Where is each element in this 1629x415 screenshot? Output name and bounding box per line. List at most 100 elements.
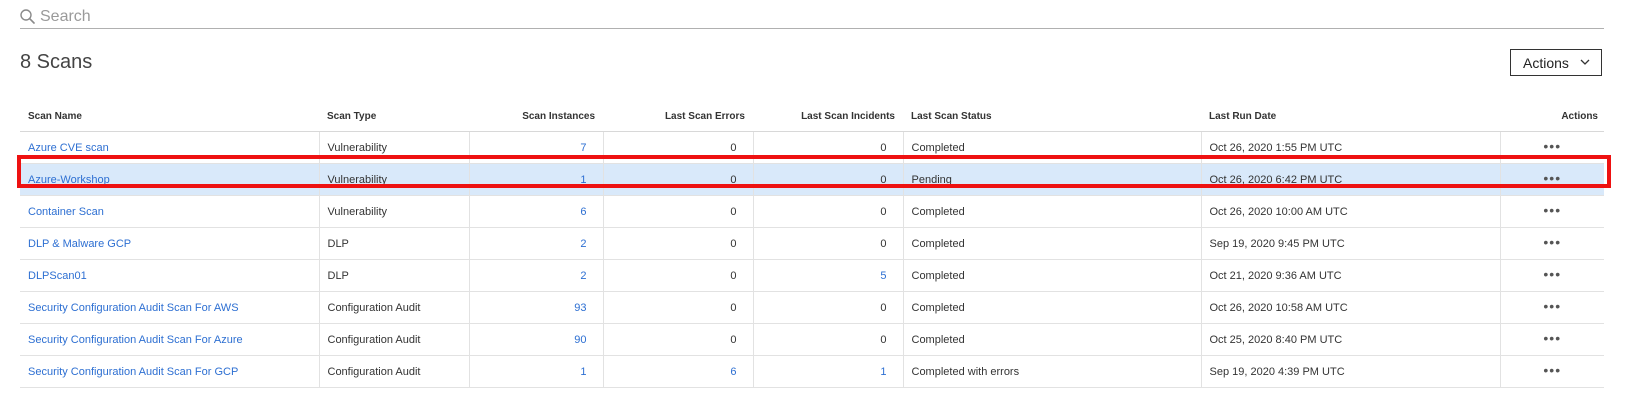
scans-table: Scan Name Scan Type Scan Instances Last … [20, 101, 1604, 388]
scan-name-link[interactable]: Security Configuration Audit Scan For Az… [28, 334, 243, 346]
more-horizontal-icon[interactable]: ••• [1543, 267, 1561, 281]
column-header-last-scan-errors[interactable]: Last Scan Errors [603, 101, 753, 132]
search-bar [20, 6, 1604, 29]
cell-last-scan-errors: 0 [603, 227, 754, 260]
cell-scan-instances: 1 [469, 163, 604, 196]
cell-last-scan-incidents: 0 [753, 131, 904, 164]
scan-instances-link[interactable]: 1 [580, 366, 586, 378]
cell-actions: ••• [1500, 131, 1604, 164]
search-input[interactable] [40, 6, 1590, 28]
more-horizontal-icon[interactable]: ••• [1543, 299, 1561, 313]
cell-last-scan-status: Completed [903, 131, 1202, 164]
cell-last-scan-status: Completed [903, 227, 1202, 260]
cell-actions: ••• [1500, 355, 1604, 388]
more-horizontal-icon[interactable]: ••• [1543, 171, 1561, 185]
cell-scan-instances: 2 [469, 227, 604, 260]
cell-last-scan-incidents: 5 [753, 259, 904, 292]
scan-name-link[interactable]: DLPScan01 [28, 270, 87, 282]
cell-actions: ••• [1500, 259, 1604, 292]
column-header-last-run-date[interactable]: Last Run Date [1201, 101, 1500, 132]
cell-last-scan-status: Completed [903, 259, 1202, 292]
scan-instances-link[interactable]: 2 [580, 270, 586, 282]
cell-last-scan-status: Completed [903, 323, 1202, 356]
table-row[interactable]: Security Configuration Audit Scan For AW… [20, 291, 1604, 324]
cell-last-scan-errors: 0 [603, 163, 754, 196]
column-header-last-scan-incidents[interactable]: Last Scan Incidents [753, 101, 903, 132]
column-header-scan-instances[interactable]: Scan Instances [469, 101, 603, 132]
cell-scan-type: Vulnerability [319, 195, 470, 228]
cell-scan-instances: 7 [469, 131, 604, 164]
more-horizontal-icon[interactable]: ••• [1543, 363, 1561, 377]
cell-last-run-date: Sep 19, 2020 9:45 PM UTC [1201, 227, 1501, 260]
cell-scan-type: Configuration Audit [319, 355, 470, 388]
scan-instances-link[interactable]: 90 [574, 334, 586, 346]
cell-last-scan-status: Completed [903, 195, 1202, 228]
table-row[interactable]: DLP & Malware GCP DLP 2 0 0 Completed Sep 19, … [20, 227, 1604, 260]
cell-last-scan-errors: 0 [603, 195, 754, 228]
search-icon [20, 9, 35, 24]
table-header: Scan Name Scan Type Scan Instances Last … [20, 101, 1604, 132]
scan-name-link[interactable]: Azure-Workshop [28, 174, 110, 186]
scan-instances-link[interactable]: 2 [580, 238, 586, 250]
scan-incidents-link[interactable]: 5 [880, 270, 886, 282]
column-header-last-scan-status[interactable]: Last Scan Status [903, 101, 1201, 132]
scan-name-link[interactable]: Security Configuration Audit Scan For AW… [28, 302, 239, 314]
scan-name-link[interactable]: DLP & Malware GCP [28, 238, 131, 250]
table-row[interactable]: Azure CVE scan Vulnerability 7 0 0 Completed O… [20, 131, 1604, 164]
header-row: Scan Name Scan Type Scan Instances Last … [20, 101, 1604, 132]
cell-scan-type: Configuration Audit [319, 291, 470, 324]
cell-last-scan-errors: 0 [603, 131, 754, 164]
column-header-scan-name[interactable]: Scan Name [20, 101, 319, 132]
cell-last-scan-status: Pending [903, 163, 1202, 196]
cell-actions: ••• [1500, 163, 1604, 196]
cell-last-run-date: Oct 26, 2020 6:42 PM UTC [1201, 163, 1501, 196]
cell-last-run-date: Oct 21, 2020 9:36 AM UTC [1201, 259, 1501, 292]
table-row[interactable]: Security Configuration Audit Scan For GC… [20, 355, 1604, 388]
scan-incidents-link[interactable]: 1 [880, 366, 886, 378]
cell-scan-instances: 90 [469, 323, 604, 356]
scan-name-link[interactable]: Security Configuration Audit Scan For GC… [28, 366, 238, 378]
cell-last-run-date: Oct 26, 2020 1:55 PM UTC [1201, 131, 1501, 164]
cell-scan-name: DLP & Malware GCP [20, 227, 320, 260]
cell-actions: ••• [1500, 323, 1604, 356]
scan-name-link[interactable]: Container Scan [28, 206, 104, 218]
scan-instances-link[interactable]: 1 [580, 174, 586, 186]
cell-last-scan-status: Completed with errors [903, 355, 1202, 388]
column-header-scan-type[interactable]: Scan Type [319, 101, 469, 132]
cell-scan-instances: 6 [469, 195, 604, 228]
cell-scan-instances: 2 [469, 259, 604, 292]
cell-scan-type: Vulnerability [319, 131, 470, 164]
cell-scan-instances: 1 [469, 355, 604, 388]
cell-scan-name: Security Configuration Audit Scan For AW… [20, 291, 320, 324]
more-horizontal-icon[interactable]: ••• [1543, 235, 1561, 249]
cell-last-scan-status: Completed [903, 291, 1202, 324]
actions-dropdown-label: Actions [1523, 54, 1569, 71]
cell-last-run-date: Sep 19, 2020 4:39 PM UTC [1201, 355, 1501, 388]
cell-last-run-date: Oct 26, 2020 10:00 AM UTC [1201, 195, 1501, 228]
cell-scan-instances: 93 [469, 291, 604, 324]
scan-instances-link[interactable]: 93 [574, 302, 586, 314]
scan-instances-link[interactable]: 6 [580, 206, 586, 218]
scan-instances-link[interactable]: 7 [580, 142, 586, 154]
more-horizontal-icon[interactable]: ••• [1543, 139, 1561, 153]
cell-last-run-date: Oct 26, 2020 10:58 AM UTC [1201, 291, 1501, 324]
cell-scan-name: Security Configuration Audit Scan For Az… [20, 323, 320, 356]
cell-scan-name: Azure-Workshop [20, 163, 320, 196]
column-header-actions: Actions [1500, 101, 1604, 132]
more-horizontal-icon[interactable]: ••• [1543, 331, 1561, 345]
cell-last-run-date: Oct 25, 2020 8:40 PM UTC [1201, 323, 1501, 356]
cell-last-scan-errors: 0 [603, 259, 754, 292]
scan-name-link[interactable]: Azure CVE scan [28, 142, 109, 154]
table-row[interactable]: Container Scan Vulnerability 6 0 0 Completed O… [20, 195, 1604, 228]
cell-scan-name: Security Configuration Audit Scan For GC… [20, 355, 320, 388]
table-row[interactable]: Security Configuration Audit Scan For Az… [20, 323, 1604, 356]
table-row[interactable]: Azure-Workshop Vulnerability 1 0 0 Pending Oct… [20, 163, 1604, 196]
cell-last-scan-errors: 6 [603, 355, 754, 388]
actions-dropdown-button[interactable]: Actions [1510, 49, 1602, 76]
cell-actions: ••• [1500, 227, 1604, 260]
table-row[interactable]: DLPScan01 DLP 2 0 5 Completed Oct 21, 2020 9:3… [20, 259, 1604, 292]
more-horizontal-icon[interactable]: ••• [1543, 203, 1561, 217]
scan-errors-link[interactable]: 6 [730, 366, 736, 378]
cell-last-scan-incidents: 0 [753, 163, 904, 196]
cell-scan-name: Container Scan [20, 195, 320, 228]
